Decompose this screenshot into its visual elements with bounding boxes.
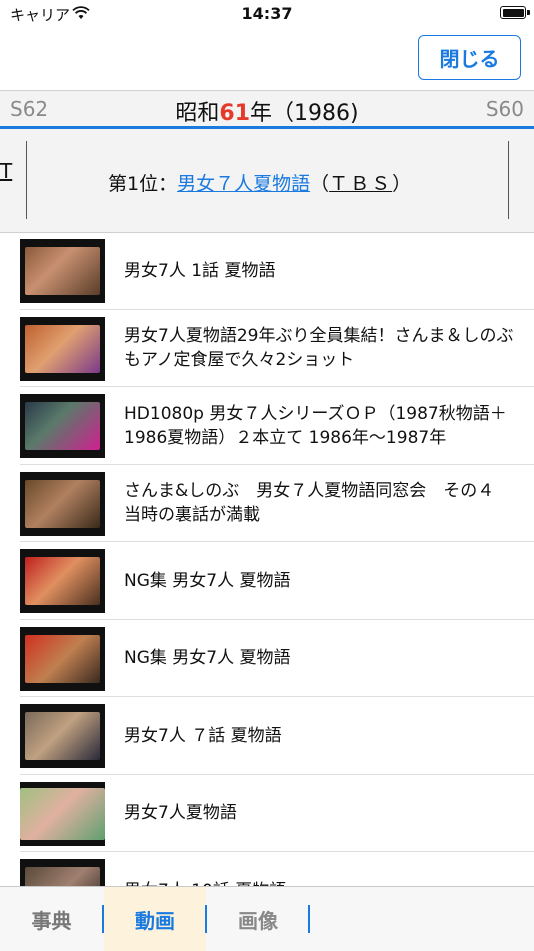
video-title: 男女7人 ７話 夏物語 bbox=[124, 725, 282, 746]
video-title: さんま&しのぶ 男女７人夏物語同窓会 その４ 当時の裏話が満載 bbox=[124, 481, 512, 525]
status-time: 14:37 bbox=[241, 4, 293, 23]
rank-prefix: 第1位： bbox=[108, 173, 178, 195]
divider bbox=[508, 141, 509, 219]
ranking-text: 第1位：男女７人夏物語（ＴＢＳ） bbox=[108, 169, 411, 196]
era-year-number: 61 bbox=[219, 101, 251, 126]
list-item[interactable]: NG集 男女7人 夏物語 bbox=[0, 620, 534, 698]
current-year-title: 昭和61年（1986) bbox=[0, 95, 534, 127]
list-item[interactable]: 男女7人 1話 夏物語 bbox=[0, 232, 534, 310]
video-thumbnail bbox=[20, 781, 105, 846]
year-navigation-bar: S62 昭和61年（1986) S60 bbox=[0, 90, 534, 127]
list-item[interactable]: NG集 男女7人 夏物語 bbox=[0, 542, 534, 620]
video-title: 男女7人夏物語 bbox=[124, 803, 237, 823]
video-thumbnail bbox=[20, 626, 105, 691]
list-item[interactable]: 男女7人夏物語 bbox=[0, 775, 534, 853]
video-title: 男女7人 1話 夏物語 bbox=[124, 260, 276, 281]
tab-separator bbox=[308, 905, 310, 933]
list-item[interactable]: HD1080p 男女７人シリーズＯＰ（1987秋物語＋1986夏物語）２本立て … bbox=[0, 387, 534, 465]
tab-images[interactable]: 画像 bbox=[207, 887, 309, 951]
video-thumbnail bbox=[20, 859, 105, 886]
video-title: NG集 男女7人 夏物語 bbox=[124, 648, 291, 668]
tab-bar: 事典 動画 画像 bbox=[0, 886, 534, 951]
video-title: HD1080p 男女７人シリーズＯＰ（1987秋物語＋1986夏物語）２本立て … bbox=[124, 403, 507, 448]
era-prefix: 昭和 bbox=[175, 101, 220, 126]
video-thumbnail bbox=[20, 239, 105, 303]
video-thumbnail bbox=[20, 316, 105, 381]
ranking-title-link[interactable]: 男女７人夏物語 bbox=[177, 173, 310, 195]
video-thumbnail bbox=[20, 394, 105, 458]
status-bar: キャリア 14:37 bbox=[0, 0, 534, 28]
battery-icon bbox=[500, 6, 530, 19]
list-item[interactable]: 男女7人夏物語29年ぶり全員集結！さんま＆しのぶもアノ定食屋で久々2ショット bbox=[0, 310, 534, 388]
next-year-button[interactable]: S60 bbox=[486, 97, 524, 121]
year-suffix: 年（1986) bbox=[250, 101, 359, 126]
video-thumbnail bbox=[20, 471, 105, 536]
video-thumbnail bbox=[20, 549, 105, 613]
video-title: 男女7人夏物語29年ぶり全員集結！さんま＆しのぶもアノ定食屋で久々2ショット bbox=[124, 326, 514, 370]
list-item[interactable]: 男女7人 ７話 夏物語 bbox=[0, 697, 534, 775]
video-thumbnail bbox=[20, 704, 105, 768]
ranking-panel: T 第1位：男女７人夏物語（ＴＢＳ） bbox=[0, 129, 534, 233]
ranking-network: ＴＢＳ bbox=[329, 173, 393, 195]
previous-rank-link[interactable]: T bbox=[0, 159, 12, 183]
video-list: 男女7人 1話 夏物語 男女7人夏物語29年ぶり全員集結！さんま＆しのぶもアノ定… bbox=[0, 232, 534, 886]
divider bbox=[26, 141, 27, 219]
rank-open-paren: （ bbox=[310, 173, 330, 195]
video-title: 男女7人 10話 夏物語 bbox=[124, 852, 514, 887]
list-item[interactable]: 男女7人 10話 夏物語 bbox=[0, 852, 534, 886]
tab-video[interactable]: 動画 bbox=[104, 887, 206, 951]
video-title: NG集 男女7人 夏物語 bbox=[124, 570, 291, 591]
rank-close-paren: ） bbox=[392, 173, 412, 195]
close-button[interactable]: 閉じる bbox=[418, 35, 521, 80]
list-item[interactable]: さんま&しのぶ 男女７人夏物語同窓会 その４ 当時の裏話が満載 bbox=[0, 465, 534, 543]
tab-dictionary[interactable]: 事典 bbox=[0, 887, 103, 951]
